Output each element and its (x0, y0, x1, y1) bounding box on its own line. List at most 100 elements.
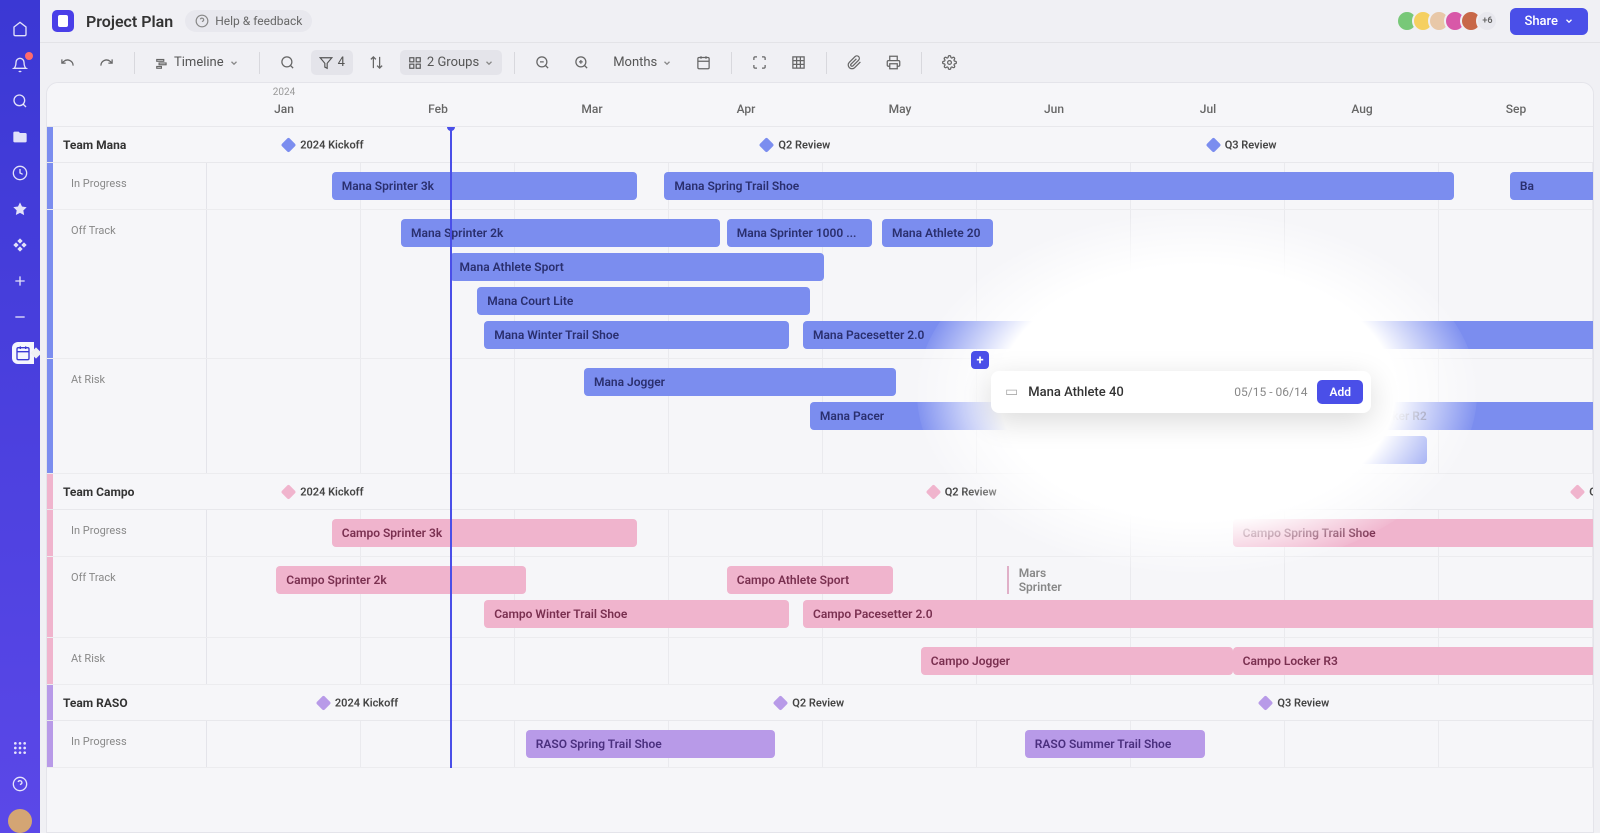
add-task-plus-button[interactable]: + (971, 351, 989, 369)
new-task-dates[interactable]: 05/15 - 06/14 (1234, 385, 1307, 399)
user-avatar[interactable] (8, 809, 32, 833)
task-bar[interactable]: Mana Court Lite (477, 287, 810, 315)
time-icon[interactable] (9, 162, 31, 184)
today-button[interactable] (688, 50, 719, 75)
sort-button[interactable] (361, 50, 392, 75)
task-bar[interactable]: Mana Athlete 20 (882, 219, 993, 247)
expand-button[interactable] (744, 50, 775, 75)
time-header: 2024Jan Feb Mar Apr May Jun Jul Aug Sep (47, 83, 1593, 127)
task-bar[interactable]: Campo Sprinter 2k (276, 566, 525, 594)
milestone[interactable]: 2024 Kickoff (283, 485, 363, 498)
folder-icon[interactable] (9, 126, 31, 148)
task-bar[interactable]: Mana Spring Trail Shoe (664, 172, 1454, 200)
timeline-view-icon (155, 56, 169, 70)
task-bar[interactable]: Mana Athlete Sport (450, 253, 824, 281)
filter-icon (319, 56, 333, 70)
task-bar[interactable]: Mana Pacesetter 3.0 (1149, 436, 1426, 464)
month-column: Sep (1439, 83, 1593, 126)
task-bar[interactable]: RASO Summer Trail Shoe (1025, 730, 1205, 758)
status-row: In ProgressRASO Spring Trail ShoeRASO Su… (47, 721, 1593, 768)
new-task-name[interactable]: Mana Athlete 40 (1028, 385, 1224, 400)
status-row: Off TrackMana Sprinter 2kMana Sprinter 1… (47, 210, 1593, 359)
today-indicator (450, 127, 452, 768)
task-bar[interactable]: Campo Jogger (921, 647, 1233, 675)
milestone[interactable]: 2024 Kickoff (318, 696, 398, 709)
app-header: Project Plan Help & feedback +6 Share (40, 0, 1600, 42)
timeline-canvas[interactable]: 2024Jan Feb Mar Apr May Jun Jul Aug Sep … (46, 82, 1594, 833)
month-column: Aug (1285, 83, 1439, 126)
collaborator-avatars[interactable]: +6 (1402, 10, 1498, 32)
month-column: Jul (1131, 83, 1285, 126)
task-bar[interactable]: RASO Spring Trail Shoe (526, 730, 775, 758)
month-column: May (823, 83, 977, 126)
group-header[interactable]: Team RASO2024 KickoffQ2 ReviewQ3 Review (47, 685, 1593, 721)
zoom-out-button[interactable] (527, 50, 558, 75)
milestone[interactable]: Q3 Review (1208, 138, 1277, 151)
group-header[interactable]: Team Campo2024 KickoffQ2 ReviewQ (47, 474, 1593, 510)
avatar-overflow[interactable]: +6 (1476, 10, 1498, 32)
task-bar[interactable]: Mana Pacesetter 2.0 (803, 321, 1594, 349)
task-bar[interactable]: Mana Sprinter 3k (332, 172, 637, 200)
view-selector[interactable]: Timeline (147, 50, 247, 75)
task-bar[interactable]: Campo Winter Trail Shoe (484, 600, 789, 628)
print-button[interactable] (878, 50, 909, 75)
chevron-down-icon (662, 58, 672, 68)
filter-button[interactable]: 4 (311, 50, 353, 75)
milestone[interactable]: 2024 Kickoff (283, 138, 363, 151)
share-button[interactable]: Share (1510, 8, 1588, 35)
status-row: In ProgressMana Sprinter 3kMana Spring T… (47, 163, 1593, 210)
diamond-tool-icon[interactable] (9, 234, 31, 256)
task-bar[interactable]: Mana Jogger (584, 368, 896, 396)
task-bar[interactable]: Campo Sprinter 3k (332, 519, 637, 547)
attachment-button[interactable] (839, 50, 870, 75)
month-column: 2024Jan (207, 83, 361, 126)
task-bar[interactable]: Ba (1510, 172, 1594, 200)
settings-button[interactable] (934, 50, 965, 75)
status-row: At RiskCampo JoggerCampo Locker R3 (47, 638, 1593, 685)
add-button[interactable]: Add (1317, 380, 1363, 404)
toolbar: Timeline 4 2 Groups Months (40, 42, 1600, 82)
month-column: Apr (669, 83, 823, 126)
redo-button[interactable] (91, 50, 122, 75)
milestone[interactable]: Q (1572, 485, 1594, 498)
milestone[interactable]: Q2 Review (928, 485, 997, 498)
task-bar[interactable]: Mana Winter Trail Shoe (484, 321, 789, 349)
minus-icon[interactable] (9, 306, 31, 328)
month-column: Jun (977, 83, 1131, 126)
task-bar[interactable]: Mars Sprinter (1007, 566, 1090, 594)
task-bar[interactable]: Mana Sprinter 1000 ... (727, 219, 873, 247)
grid-toggle-button[interactable] (783, 50, 814, 75)
search-button[interactable] (272, 50, 303, 75)
undo-button[interactable] (52, 50, 83, 75)
timeline-icon[interactable] (12, 342, 34, 364)
task-bar[interactable]: Campo Pacesetter 2.0 (803, 600, 1594, 628)
app-sidebar (0, 0, 40, 833)
task-bar[interactable]: Campo Spring Trail Shoe (1233, 519, 1594, 547)
task-bar[interactable]: Campo Athlete Sport (727, 566, 893, 594)
milestone[interactable]: Q2 Review (761, 138, 830, 151)
month-column: Feb (361, 83, 515, 126)
zoom-level-selector[interactable]: Months (605, 50, 680, 75)
milestone[interactable]: Q3 Review (1260, 696, 1329, 709)
help-feedback-button[interactable]: Help & feedback (185, 10, 312, 32)
plus-icon[interactable] (9, 270, 31, 292)
milestone[interactable]: Q2 Review (775, 696, 844, 709)
group-button[interactable]: 2 Groups (400, 50, 502, 75)
add-task-popup: ▭ Mana Athlete 40 05/15 - 06/14 Add (991, 371, 1371, 413)
task-bar[interactable]: Mana Sprinter 2k (401, 219, 720, 247)
question-icon (195, 14, 209, 28)
task-bar[interactable]: Campo Locker R3 (1233, 647, 1594, 675)
apps-icon[interactable] (9, 737, 31, 759)
notifications-icon[interactable] (9, 54, 31, 76)
status-row: Off TrackCampo Sprinter 2kCampo Athlete … (47, 557, 1593, 638)
zoom-in-button[interactable] (566, 50, 597, 75)
group-icon (408, 56, 422, 70)
page-title: Project Plan (86, 12, 173, 31)
help-icon[interactable] (9, 773, 31, 795)
chevron-down-icon (484, 58, 494, 68)
group-header[interactable]: Team Mana2024 KickoffQ2 ReviewQ3 Review (47, 127, 1593, 163)
search-icon[interactable] (9, 90, 31, 112)
star-icon[interactable] (9, 198, 31, 220)
home-icon[interactable] (9, 18, 31, 40)
chevron-down-icon (1564, 16, 1574, 26)
